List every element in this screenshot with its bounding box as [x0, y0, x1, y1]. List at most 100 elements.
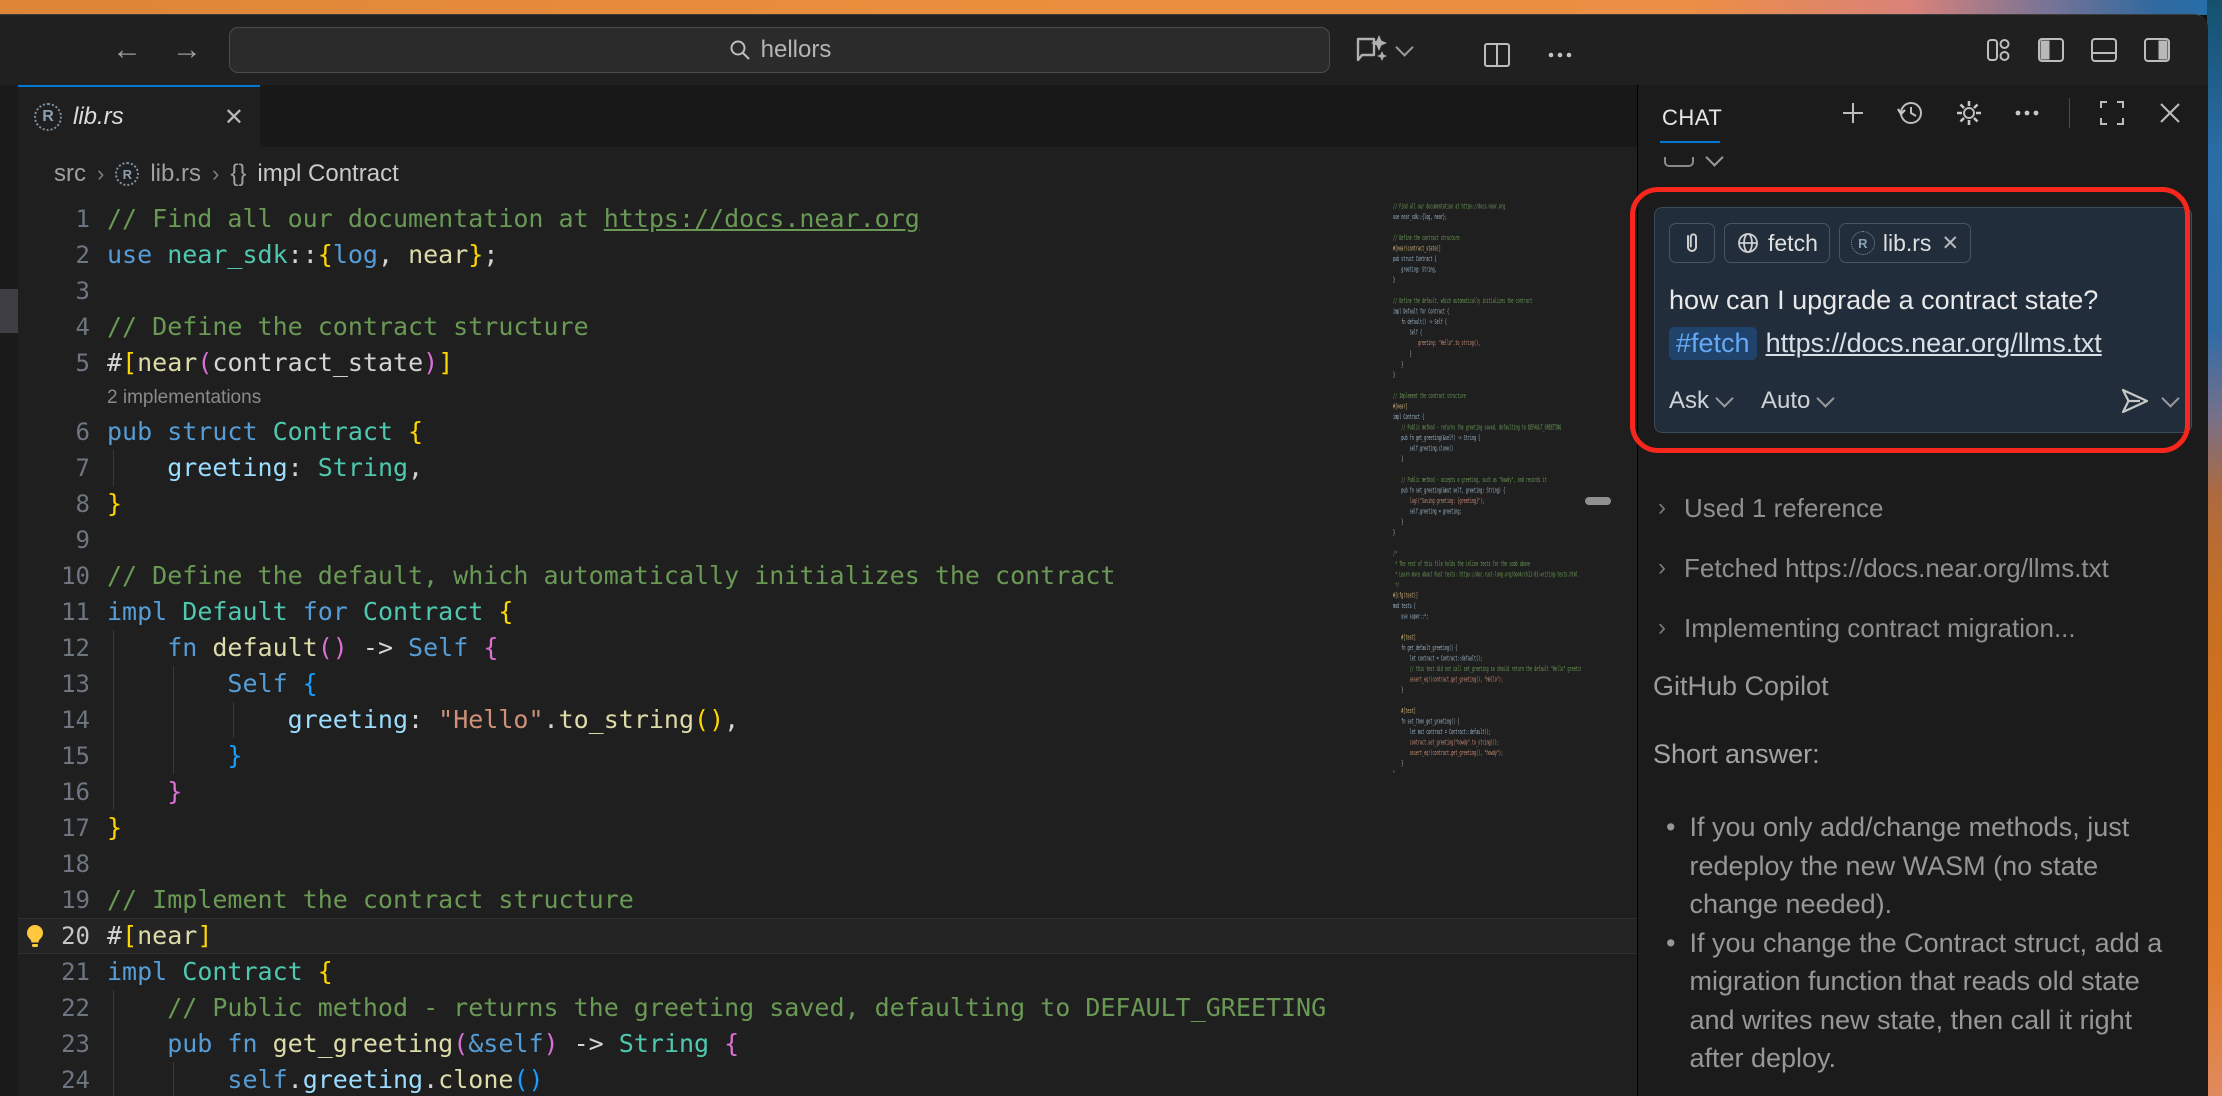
remove-context-icon[interactable]: ✕: [1941, 231, 1959, 256]
maximize-panel-icon[interactable]: [2096, 97, 2128, 129]
new-chat-icon[interactable]: [1837, 97, 1869, 129]
rust-file-icon: R: [115, 162, 139, 186]
chat-input-box[interactable]: fetchRlib.rs✕ how can I upgrade a contra…: [1654, 207, 2192, 433]
tab-label: lib.rs: [73, 103, 124, 131]
code-text: #[near(contract_state)]: [90, 345, 453, 381]
code-line-16[interactable]: 16 }: [0, 774, 1637, 810]
editor-left-edge: [0, 85, 18, 1096]
history-icon[interactable]: [1895, 97, 1927, 129]
code-line-13[interactable]: 13 Self {: [0, 666, 1637, 702]
tab-close-icon[interactable]: ✕: [224, 103, 244, 132]
code-line-22[interactable]: 22 // Public method - returns the greeti…: [0, 990, 1637, 1026]
code-line-6[interactable]: 6pub struct Contract {: [0, 414, 1637, 450]
vscode-window: ← → hellors: [0, 14, 2208, 1096]
code-line-23[interactable]: 23 pub fn get_greeting(&self) -> String …: [0, 1026, 1637, 1062]
copilot-menu-button[interactable]: [1352, 31, 1411, 69]
fetch-url-link[interactable]: https://docs.near.org/llms.txt: [1766, 328, 2102, 359]
title-bar: ← → hellors: [0, 15, 2208, 85]
more-actions-icon[interactable]: [2011, 97, 2043, 129]
toggle-secondary-sidebar-icon[interactable]: [2140, 33, 2174, 67]
split-editor-icon[interactable]: [1479, 37, 1515, 73]
search-icon: [728, 38, 752, 62]
code-line-4[interactable]: 4// Define the contract structure: [0, 309, 1637, 345]
customize-layout-icon[interactable]: [1981, 33, 2015, 67]
breadcrumb-src[interactable]: src: [54, 160, 86, 188]
chat-step-0[interactable]: ›Used 1 reference: [1658, 493, 1883, 524]
code-line-3[interactable]: 3: [0, 273, 1637, 309]
search-value: hellors: [761, 36, 832, 64]
code-line-19[interactable]: 19// Implement the contract structure: [0, 882, 1637, 918]
command-center-search[interactable]: hellors: [229, 27, 1330, 73]
code-text: [90, 522, 107, 558]
chat-step-2[interactable]: ›Implementing contract migration...: [1658, 613, 2076, 644]
code-line-10[interactable]: 10// Define the default, which automatic…: [0, 558, 1637, 594]
model-picker[interactable]: Auto: [1761, 387, 1832, 415]
context-pill-fetch[interactable]: fetch: [1724, 223, 1830, 263]
code-line-11[interactable]: 11impl Default for Contract {: [0, 594, 1637, 630]
toggle-primary-sidebar-icon[interactable]: [2034, 33, 2068, 67]
chat-fetch-line[interactable]: #fetch https://docs.near.org/llms.txt: [1669, 327, 2177, 360]
code-line-5[interactable]: 5#[near(contract_state)]: [0, 345, 1637, 381]
send-icon[interactable]: [2118, 385, 2152, 417]
breadcrumb-symbol[interactable]: impl Contract: [257, 160, 398, 188]
paperclip-icon: [1681, 231, 1703, 255]
back-icon[interactable]: ←: [112, 33, 142, 67]
code-text: #[near]: [90, 918, 212, 954]
code-line-18[interactable]: 18: [0, 846, 1637, 882]
code-text: // Define the default, which automatical…: [90, 558, 1115, 594]
breadcrumb[interactable]: src › R lib.rs › {} impl Contract: [0, 147, 1637, 201]
indent-guide: [173, 666, 174, 702]
code-line-8[interactable]: 8}: [0, 486, 1637, 522]
code-text: }: [90, 738, 242, 774]
code-line-17[interactable]: 17}: [0, 810, 1637, 846]
code-editor[interactable]: 1// Find all our documentation at https:…: [0, 201, 1637, 1096]
fetch-command-chip[interactable]: #fetch: [1669, 327, 1757, 360]
code-line-1[interactable]: 1// Find all our documentation at https:…: [0, 201, 1637, 237]
close-icon[interactable]: [2154, 97, 2186, 129]
more-actions-icon[interactable]: [1543, 38, 1577, 72]
clipped-chevron-icon: [1705, 148, 1723, 166]
globe-icon: [1736, 231, 1760, 255]
code-line-20[interactable]: 20#[near]: [0, 918, 1637, 954]
toggle-panel-icon[interactable]: [2087, 33, 2121, 67]
code-line-14[interactable]: 14 greeting: "Hello".to_string(),: [0, 702, 1637, 738]
code-text: pub fn get_greeting(&self) -> String {: [90, 1026, 739, 1062]
minimap[interactable]: // Find all our documentation at https:/…: [1393, 201, 1581, 773]
model-label: Auto: [1761, 387, 1810, 415]
context-pill-lib.rs[interactable]: Rlib.rs✕: [1839, 223, 1971, 263]
code-text: fn default() -> Self {: [90, 630, 498, 666]
code-line-9[interactable]: 9: [0, 522, 1637, 558]
code-text: }: [90, 810, 122, 846]
breadcrumb-file[interactable]: lib.rs: [150, 160, 201, 188]
gear-icon[interactable]: [1953, 97, 1985, 129]
forward-icon[interactable]: →: [172, 33, 202, 67]
mode-picker[interactable]: Ask: [1669, 387, 1731, 415]
indent-guide: [113, 702, 114, 738]
toolbar-divider: [2069, 98, 2070, 128]
copilot-icon: [1352, 33, 1390, 67]
code-lines: 1// Find all our documentation at https:…: [0, 201, 1637, 1096]
lightbulb-icon[interactable]: [22, 923, 48, 949]
code-line-7[interactable]: 7 greeting: String,: [0, 450, 1637, 486]
indent-guide: [173, 738, 174, 774]
indent-guide: [113, 774, 114, 810]
code-text: impl Default for Contract {: [90, 594, 513, 630]
desktop-wallpaper-top: [0, 0, 2222, 15]
send-options-chevron-icon[interactable]: [2161, 389, 2179, 407]
code-line-15[interactable]: 15 }: [0, 738, 1637, 774]
chat-step-1[interactable]: ›Fetched https://docs.near.org/llms.txt: [1658, 553, 2109, 584]
code-line-24[interactable]: 24 self.greeting.clone(): [0, 1062, 1637, 1096]
code-line-2[interactable]: 2use near_sdk::{log, near};: [0, 237, 1637, 273]
code-text: // Public method - returns the greeting …: [90, 990, 1326, 1026]
code-line-21[interactable]: 21impl Contract {: [0, 954, 1637, 990]
context-pill-attach[interactable]: [1669, 223, 1715, 263]
codelens[interactable]: 2 implementations: [0, 381, 1637, 414]
code-text: [90, 846, 107, 882]
chevron-down-icon: [1817, 389, 1835, 407]
chat-title[interactable]: CHAT: [1662, 105, 1722, 131]
code-line-12[interactable]: 12 fn default() -> Self {: [0, 630, 1637, 666]
chevron-right-icon: ›: [212, 161, 219, 187]
code-text: Self {: [90, 666, 318, 702]
tab-librs[interactable]: R lib.rs ✕: [18, 85, 260, 147]
chat-question[interactable]: how can I upgrade a contract state?: [1669, 285, 2177, 316]
